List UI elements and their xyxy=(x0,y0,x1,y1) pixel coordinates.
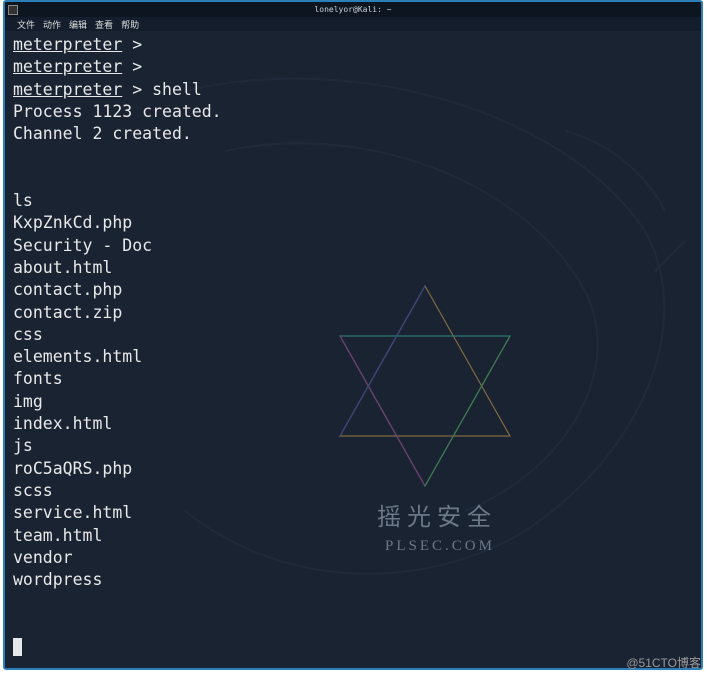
menu-file[interactable]: 文件 xyxy=(17,18,35,31)
prompt-text: meterpreter xyxy=(13,35,122,54)
terminal-cursor xyxy=(13,638,22,656)
window-titlebar[interactable]: lonelyor@Kali: ~ xyxy=(5,2,701,17)
prompt-text: meterpreter xyxy=(13,57,122,76)
window-title: lonelyor@Kali: ~ xyxy=(314,5,391,14)
window-icon xyxy=(8,5,18,15)
menu-bar: 文件 动作 编辑 查看 帮助 xyxy=(5,17,701,31)
terminal-body[interactable]: 摇光安全 PLSEC.COM meterpreter > meterpreter… xyxy=(5,31,701,668)
menu-edit[interactable]: 编辑 xyxy=(69,18,87,31)
menu-help[interactable]: 帮助 xyxy=(121,18,139,31)
terminal-window: lonelyor@Kali: ~ 文件 动作 编辑 查看 帮助 xyxy=(3,0,703,670)
terminal-output: meterpreter > meterpreter > meterpreter … xyxy=(13,34,693,658)
prompt-text: meterpreter xyxy=(13,80,122,99)
menu-view[interactable]: 查看 xyxy=(95,18,113,31)
menu-action[interactable]: 动作 xyxy=(43,18,61,31)
